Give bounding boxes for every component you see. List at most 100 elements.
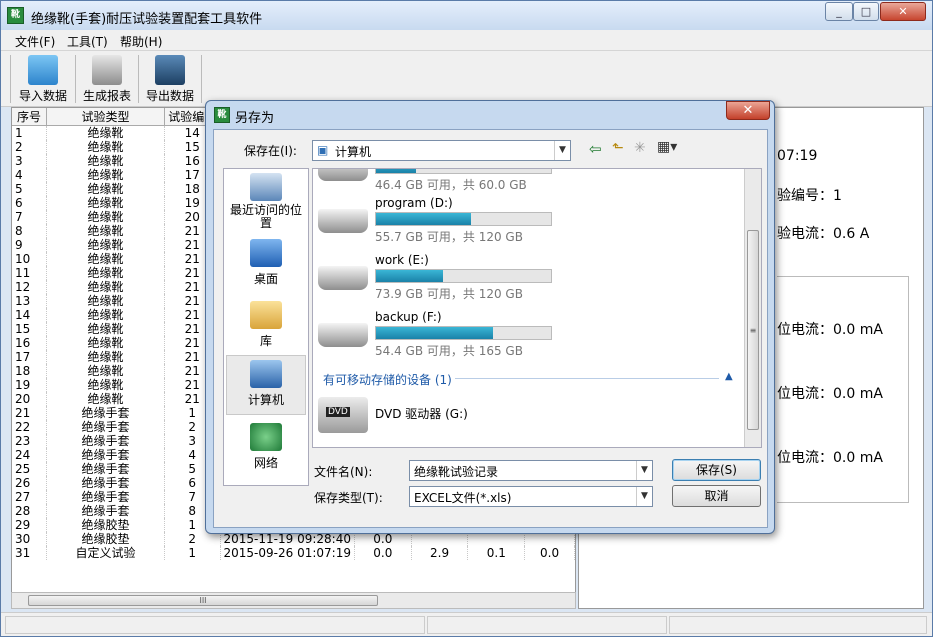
cancel-button[interactable]: 取消 <box>672 485 761 507</box>
table-cell: 1 <box>12 125 47 140</box>
table-cell: 17 <box>12 350 47 364</box>
export-data-button[interactable]: 导出数据 <box>142 53 198 105</box>
save-button[interactable]: 保存(S) <box>672 459 761 481</box>
toolbar-separator <box>75 55 76 103</box>
dialog-close-button[interactable]: ✕ <box>726 101 770 120</box>
vertical-scrollbar[interactable]: ≡ <box>744 169 761 447</box>
app-icon: 靴 <box>7 7 24 24</box>
table-cell: 18 <box>12 364 47 378</box>
table-cell: 绝缘手套 <box>46 476 165 490</box>
save-as-dialog: 靴 另存为 ✕ 保存在(I): ▣ 计算机 ▼ ⇦ ⬑ ✳ ▦▾ 最近访问的位置… <box>205 100 775 534</box>
dvd-drive-icon: DVD <box>318 397 368 433</box>
column-header[interactable]: 试验类型 <box>46 108 165 126</box>
table-cell: 2 <box>12 140 47 154</box>
test-current-value: 验电流：0.6 A <box>777 226 870 242</box>
table-cell: 自定义试验 <box>46 546 165 560</box>
drive-free-space: 73.9 GB 可用，共 120 GB <box>375 287 523 301</box>
table-cell: 10 <box>12 252 47 266</box>
back-icon[interactable]: ⇦ <box>589 140 602 158</box>
drive-usage-fill <box>376 270 443 282</box>
chevron-down-icon[interactable]: ▼ <box>636 487 652 506</box>
close-button[interactable]: ✕ <box>880 2 926 21</box>
dvd-drive-name: DVD 驱动器 (G:) <box>375 407 468 421</box>
table-cell: 0.0 <box>524 546 575 560</box>
table-row[interactable]: 30 绝缘胶垫 2 2015-11-19 09:28:40 0.0 <box>12 532 575 546</box>
view-menu-icon[interactable]: ▦▾ <box>657 139 677 155</box>
minimize-button[interactable]: _ <box>825 2 853 21</box>
status-pane <box>669 616 927 634</box>
file-list[interactable]: 46.4 GB 可用，共 60.0 GB program (D:) 55.7 GB … <box>312 168 762 448</box>
test-number-value: 验编号：1 <box>777 188 842 204</box>
place-desktop[interactable]: 桌面 <box>226 235 306 295</box>
table-cell: 绝缘手套 <box>46 462 165 476</box>
new-folder-icon[interactable]: ✳ <box>634 140 646 156</box>
drive-name: backup (F:) <box>375 310 442 324</box>
hard-drive-icon <box>318 169 368 181</box>
table-cell: 7 <box>12 210 47 224</box>
import-data-label: 导入数据 <box>18 89 67 103</box>
drive-usage-bar <box>375 212 552 226</box>
column-header[interactable]: 序号 <box>12 108 47 126</box>
dialog-app-icon: 靴 <box>214 107 230 123</box>
toolbar-separator <box>201 55 202 103</box>
drive-usage-bar <box>375 169 552 174</box>
toolbar: 导入数据 生成报表 导出数据 <box>1 51 932 107</box>
collapse-group-icon[interactable]: ▲ <box>725 371 733 382</box>
up-folder-icon[interactable]: ⬑ <box>612 140 624 156</box>
generate-report-button[interactable]: 生成报表 <box>79 53 135 105</box>
drive-usage-bar <box>375 326 552 340</box>
chevron-down-icon[interactable]: ▼ <box>554 141 570 160</box>
table-cell: 2015-11-19 09:28:40 <box>220 532 355 546</box>
maximize-button[interactable]: □ <box>853 2 879 21</box>
status-bar <box>1 612 932 636</box>
table-cell: 绝缘靴 <box>46 322 165 336</box>
scrollbar-thumb[interactable]: III <box>28 595 378 606</box>
drive-item[interactable]: work (E:) 73.9 GB 可用，共 120 GB <box>318 251 738 301</box>
file-type-select[interactable]: EXCEL文件(*.xls) ▼ <box>409 486 653 507</box>
toolbar-separator <box>10 55 11 103</box>
horizontal-scrollbar[interactable]: III <box>11 592 576 609</box>
libraries-icon <box>250 301 282 329</box>
chevron-down-icon[interactable]: ▼ <box>636 461 652 480</box>
place-network-label: 网络 <box>253 456 278 470</box>
table-cell: 31 <box>12 546 47 560</box>
drive-item[interactable]: backup (F:) 54.4 GB 可用，共 165 GB <box>318 308 738 358</box>
table-cell: 23 <box>12 434 47 448</box>
place-libraries[interactable]: 库 <box>226 297 306 357</box>
save-in-combo[interactable]: ▣ 计算机 ▼ <box>312 140 571 161</box>
table-cell: 0.0 <box>354 546 412 560</box>
place-computer[interactable]: 计算机 <box>226 355 306 415</box>
dialog-body: 保存在(I): ▣ 计算机 ▼ ⇦ ⬑ ✳ ▦▾ 最近访问的位置 桌面 库 计算… <box>213 129 768 528</box>
filename-input[interactable]: 绝缘靴试验记录 ▼ <box>409 460 653 481</box>
place-recent[interactable]: 最近访问的位置 <box>226 169 306 230</box>
table-cell: 绝缘靴 <box>46 266 165 280</box>
import-data-button[interactable]: 导入数据 <box>15 53 71 105</box>
table-cell: 绝缘靴 <box>46 168 165 182</box>
drive-item[interactable]: program (D:) 55.7 GB 可用，共 120 GB <box>318 194 738 244</box>
menu-file[interactable]: 文件(F) <box>15 33 55 50</box>
scrollbar-thumb[interactable]: ≡ <box>747 230 759 430</box>
removable-devices-header[interactable]: 有可移动存储的设备 (1) <box>323 371 452 388</box>
place-network[interactable]: 网络 <box>226 419 306 479</box>
table-cell: 22 <box>12 420 47 434</box>
table-cell: 绝缘手套 <box>46 490 165 504</box>
file-type-label: 保存类型(T): <box>314 491 383 505</box>
table-cell: 6 <box>12 196 47 210</box>
network-icon <box>250 423 282 451</box>
table-cell: 21 <box>12 406 47 420</box>
menu-help[interactable]: 帮助(H) <box>120 33 162 50</box>
table-cell: 12 <box>12 280 47 294</box>
dvd-drive[interactable]: DVD DVD 驱动器 (G:) <box>318 391 738 441</box>
menu-tools[interactable]: 工具(T) <box>67 33 108 50</box>
table-cell: 绝缘手套 <box>46 504 165 518</box>
table-cell: 5 <box>12 182 47 196</box>
drive-usage-fill <box>376 213 471 225</box>
export-icon <box>155 55 185 85</box>
table-cell: 绝缘靴 <box>46 350 165 364</box>
table-row[interactable]: 31 自定义试验 1 2015-09-26 01:07:19 0.0 2.9 0.1 0.0 <box>12 546 575 560</box>
table-cell: 绝缘手套 <box>46 434 165 448</box>
save-in-label: 保存在(I): <box>244 144 297 158</box>
drive-item[interactable]: 46.4 GB 可用，共 60.0 GB <box>318 169 738 192</box>
table-cell: 绝缘靴 <box>46 210 165 224</box>
place-libraries-label: 库 <box>259 334 272 348</box>
